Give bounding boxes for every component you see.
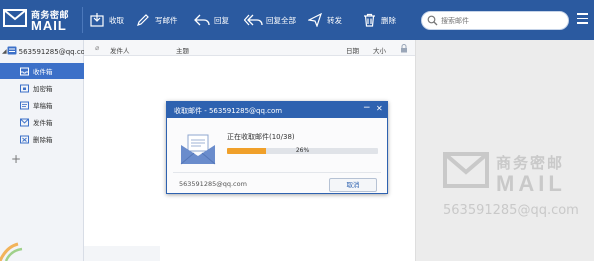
dialog-title: 收取邮件 - 563591285@qq.com [174, 107, 283, 115]
outbox-icon [20, 118, 29, 127]
list-header: ⌀ 发件人 主题 日期 大小 [84, 40, 415, 56]
reply-all-button[interactable]: 回复全部 [243, 8, 296, 32]
drafts-icon [20, 101, 29, 110]
receive-icon [88, 11, 106, 29]
sidebar-item-drafts[interactable]: 草稿箱 [0, 97, 84, 113]
minimize-icon[interactable]: − [363, 103, 371, 113]
column-size[interactable]: 大小 [373, 45, 386, 55]
encrypted-box-icon [20, 84, 29, 93]
receive-button[interactable]: 收取 [88, 8, 124, 32]
account-row[interactable]: ◢ 563591285@qq.com [0, 45, 92, 58]
dialog-titlebar[interactable]: 收取邮件 - 563591285@qq.com − ✕ [167, 102, 387, 118]
forward-icon [306, 11, 324, 29]
inbox-icon [20, 67, 29, 76]
close-icon[interactable]: ✕ [376, 104, 383, 113]
top-toolbar: 商务密邮 MAIL 收取 写邮件 回复 回复全部 转发 删除 搜索邮件 [0, 0, 594, 40]
account-icon [7, 46, 17, 57]
dialog-account: 563591285@qq.com [179, 180, 247, 188]
watermark-mail-icon [443, 152, 489, 188]
lock-icon [401, 44, 407, 53]
list-bottom-band [84, 246, 160, 261]
toolbar-divider [82, 7, 83, 33]
account-email: 563591285@qq.com [18, 47, 92, 56]
cancel-button[interactable]: 取消 [329, 178, 377, 192]
trash-box-icon [20, 135, 29, 144]
compose-label: 写邮件 [155, 15, 178, 25]
logo-en-text: MAIL [31, 18, 67, 33]
compose-button[interactable]: 写邮件 [134, 8, 178, 32]
pencil-icon [134, 11, 152, 29]
dialog-body: 正在收取邮件(10/38) 26% 563591285@qq.com 取消 [167, 118, 387, 193]
sidebar-item-outbox[interactable]: 发件箱 [0, 114, 84, 130]
sidebar-item-encrypted[interactable]: 加密箱 [0, 80, 84, 96]
column-date[interactable]: 日期 [346, 45, 359, 55]
reply-all-label: 回复全部 [266, 15, 296, 25]
delete-label: 删除 [381, 15, 396, 25]
watermark-en: MAIL [496, 171, 566, 196]
mail-logo-icon [3, 9, 27, 27]
menu-icon[interactable] [577, 13, 589, 25]
receive-label: 收取 [109, 15, 124, 25]
progress-percent: 26% [295, 147, 310, 154]
column-subject[interactable]: 主题 [176, 45, 189, 55]
reply-icon [193, 11, 211, 29]
dialog-divider [173, 172, 381, 173]
sidebar: ◢ 563591285@qq.com 收件箱 加密箱 草稿箱 发件箱 删除箱 + [0, 40, 92, 261]
trash-icon [360, 11, 378, 29]
sidebar-item-label: 收件箱 [33, 68, 53, 76]
sidebar-item-label: 加密箱 [33, 85, 53, 93]
watermark-account: 563591285@qq.com [443, 203, 579, 218]
sidebar-item-label: 草稿箱 [33, 102, 53, 110]
sidebar-item-trash[interactable]: 删除箱 [0, 131, 84, 147]
column-sender[interactable]: 发件人 [110, 45, 130, 55]
attachment-icon[interactable]: ⌀ [95, 44, 99, 52]
reply-label: 回复 [214, 15, 229, 25]
forward-button[interactable]: 转发 [306, 8, 342, 32]
corner-decoration-icon [0, 242, 23, 261]
search-box [421, 11, 569, 30]
delete-button[interactable]: 删除 [360, 8, 396, 32]
watermark-cn: 商务密邮 [496, 154, 565, 172]
preview-pane: 商务密邮 MAIL 563591285@qq.com [415, 40, 594, 261]
sidebar-item-label: 删除箱 [33, 136, 53, 144]
receive-mail-dialog: 收取邮件 - 563591285@qq.com − ✕ 正在收取邮件(10/38… [166, 101, 388, 194]
receive-status: 正在收取邮件(10/38) [227, 133, 295, 141]
add-account-icon[interactable]: + [10, 153, 22, 165]
app-logo: 商务密邮 MAIL [3, 7, 79, 35]
search-icon [427, 15, 438, 26]
sidebar-item-label: 发件箱 [33, 119, 53, 127]
envelope-icon [180, 134, 216, 165]
forward-label: 转发 [327, 15, 342, 25]
reply-button[interactable]: 回复 [193, 8, 229, 32]
search-input[interactable] [441, 14, 561, 27]
reply-all-icon [243, 11, 263, 29]
sidebar-item-inbox[interactable]: 收件箱 [0, 63, 84, 79]
